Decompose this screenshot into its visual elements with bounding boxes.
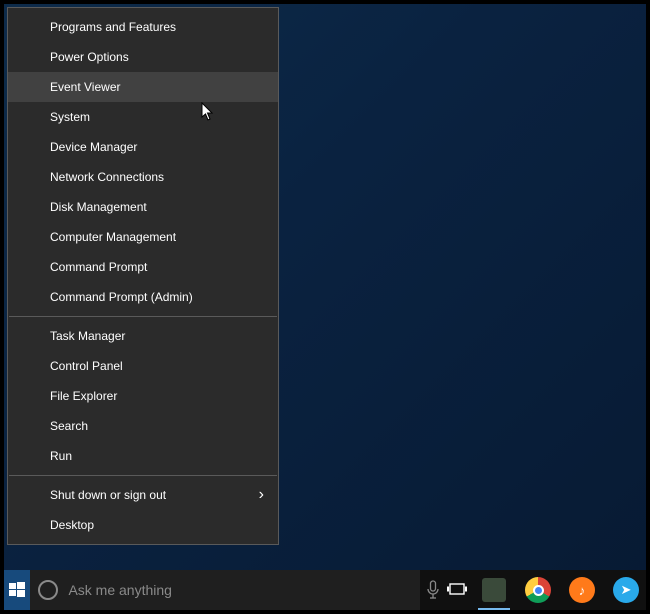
windows-logo-icon xyxy=(9,582,25,598)
menu-file-explorer[interactable]: File Explorer xyxy=(8,381,278,411)
desktop-background: Programs and Features Power Options Event … xyxy=(4,4,646,610)
menu-event-viewer[interactable]: Event Viewer xyxy=(8,72,278,102)
start-button[interactable] xyxy=(4,570,30,610)
menu-computer-management[interactable]: Computer Management xyxy=(8,222,278,252)
menu-item-label: Computer Management xyxy=(50,230,176,244)
menu-control-panel[interactable]: Control Panel xyxy=(8,351,278,381)
menu-separator xyxy=(9,316,277,317)
menu-disk-management[interactable]: Disk Management xyxy=(8,192,278,222)
app-telegram-icon: ➤ xyxy=(613,577,639,603)
menu-device-manager[interactable]: Device Manager xyxy=(8,132,278,162)
menu-desktop[interactable]: Desktop xyxy=(8,510,278,540)
app-music[interactable]: ♪ xyxy=(562,570,602,610)
menu-item-label: Command Prompt xyxy=(50,260,147,274)
menu-item-label: Disk Management xyxy=(50,200,147,214)
app-telegram[interactable]: ➤ xyxy=(606,570,646,610)
menu-search[interactable]: Search xyxy=(8,411,278,441)
cortana-icon xyxy=(38,580,58,600)
menu-shut-down-or-sign-out[interactable]: Shut down or sign out › xyxy=(8,480,278,510)
task-view-button[interactable] xyxy=(445,570,470,610)
menu-item-label: Command Prompt (Admin) xyxy=(50,290,193,304)
menu-item-label: Task Manager xyxy=(50,329,125,343)
menu-run[interactable]: Run xyxy=(8,441,278,471)
menu-item-label: File Explorer xyxy=(50,389,117,403)
winx-context-menu: Programs and Features Power Options Event … xyxy=(7,7,279,545)
search-placeholder: Ask me anything xyxy=(68,582,172,598)
app-music-icon: ♪ xyxy=(569,577,595,603)
menu-item-label: Run xyxy=(50,449,72,463)
menu-network-connections[interactable]: Network Connections xyxy=(8,162,278,192)
app-unknown-icon xyxy=(482,578,506,602)
menu-item-label: Control Panel xyxy=(50,359,123,373)
chevron-right-icon: › xyxy=(259,480,264,510)
menu-item-label: System xyxy=(50,110,90,124)
task-view-icon xyxy=(447,582,467,598)
menu-item-label: Shut down or sign out xyxy=(50,488,166,502)
menu-item-label: Search xyxy=(50,419,88,433)
menu-item-label: Network Connections xyxy=(50,170,164,184)
menu-task-manager[interactable]: Task Manager xyxy=(8,321,278,351)
menu-programs-and-features[interactable]: Programs and Features xyxy=(8,12,278,42)
menu-command-prompt[interactable]: Command Prompt xyxy=(8,252,278,282)
menu-item-label: Event Viewer xyxy=(50,80,120,94)
menu-command-prompt-admin[interactable]: Command Prompt (Admin) xyxy=(8,282,278,312)
menu-item-label: Desktop xyxy=(50,518,94,532)
menu-system[interactable]: System xyxy=(8,102,278,132)
menu-power-options[interactable]: Power Options xyxy=(8,42,278,72)
taskbar: Ask me anything ♪➤ xyxy=(4,570,646,610)
menu-separator xyxy=(9,475,277,476)
microphone-button[interactable] xyxy=(420,570,444,610)
menu-item-label: Power Options xyxy=(50,50,129,64)
menu-item-label: Programs and Features xyxy=(50,20,176,34)
menu-item-label: Device Manager xyxy=(50,140,137,154)
app-chrome[interactable] xyxy=(518,570,558,610)
app-unknown[interactable] xyxy=(474,570,514,610)
taskbar-app-icons: ♪➤ xyxy=(474,570,646,610)
microphone-icon xyxy=(426,580,440,600)
chrome-icon xyxy=(525,577,551,603)
search-box[interactable]: Ask me anything xyxy=(30,570,420,610)
